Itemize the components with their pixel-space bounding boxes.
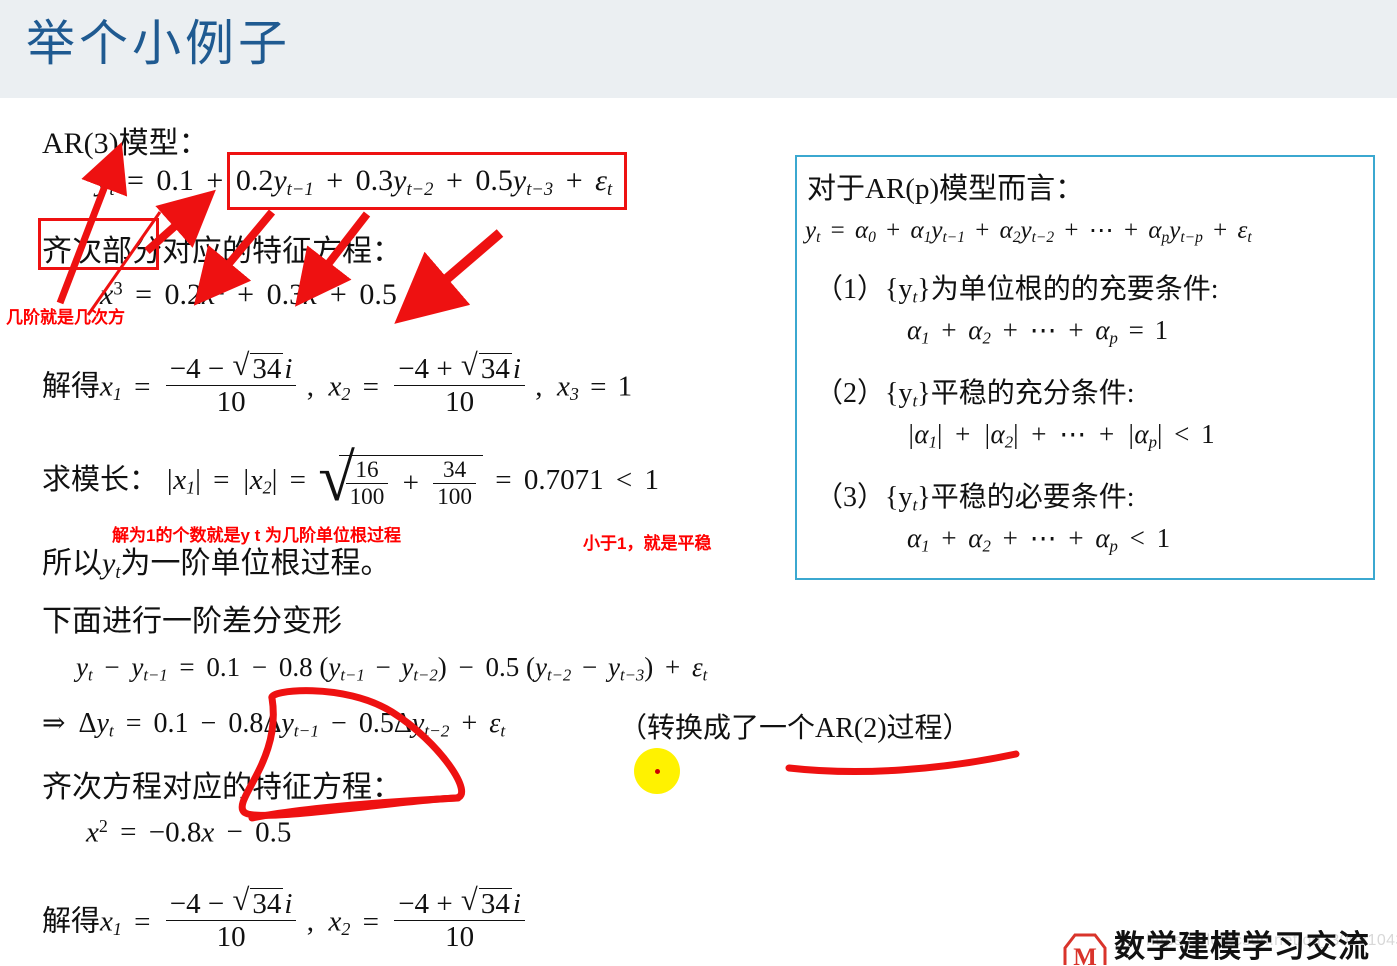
- annotation-box-ar-terms: [227, 152, 627, 210]
- equation-delta-form: ⇒ Δyt = 0.1 − 0.8Δyt−1 − 0.5Δyt−2 + εt: [42, 708, 506, 741]
- info-panel-item-1-label: （1）{yt}为单位根的的充要条件:: [815, 274, 1219, 307]
- difference-intro-label: 下面进行一阶差分变形: [42, 605, 342, 638]
- annotation-note-stationary: 小于1，就是平稳: [583, 534, 712, 553]
- ar3-model-label: AR(3)模型：: [42, 127, 209, 160]
- equation-characteristic-1: x3 = 0.2x2 + 0.3x + 0.5: [100, 278, 397, 311]
- info-panel-heading: 对于AR(p)模型而言：: [807, 173, 1085, 205]
- annotation-note-order: 几阶就是几次方: [6, 308, 125, 327]
- equation-first-difference: yt − yt−1 = 0.1 − 0.8 (yt−1 − yt−2) − 0.…: [76, 652, 708, 685]
- brand-logo: M 数学建模学习交流: [1062, 930, 1397, 966]
- info-panel-item-1-equation: α1 + α2 + ⋯ + αp = 1: [907, 315, 1169, 348]
- eq-lhs: y: [96, 164, 110, 197]
- brand-logo-text: 数学建模学习交流: [1114, 930, 1370, 964]
- ar2-conversion-note: （转换成了一个AR(2)过程）: [619, 713, 971, 744]
- ar-p-info-panel: 对于AR(p)模型而言： yt = α0 + α1yt−1 + α2yt−2 +…: [795, 155, 1375, 580]
- laser-pointer-cursor[interactable]: [634, 748, 680, 794]
- arrow-terms-to-char-eq-c: [394, 229, 504, 324]
- equation-modulus: 求模长： |x1| = |x2| = 16100 + 34100 = 0.707…: [42, 451, 659, 510]
- annotation-box-homogeneous-part: [38, 218, 159, 270]
- homogeneous-equation-label-2: 齐次方程对应的特征方程：: [42, 771, 402, 804]
- svg-text:M: M: [1073, 944, 1097, 966]
- page-title: 举个小例子: [26, 16, 292, 71]
- logo-hexagon-icon: M: [1063, 933, 1107, 966]
- slide: 举个小例子 AR(3)模型： yt = 0.1 + 0.2yt−1 + 0.3y…: [0, 0, 1397, 966]
- ink-underline-right: [785, 750, 1020, 776]
- info-panel-item-2-label: （2）{yt}平稳的充分条件:: [815, 378, 1135, 411]
- info-panel-general-equation: yt = α0 + α1yt−1 + α2yt−2 + ⋯ + αpyt−p +…: [805, 217, 1252, 247]
- info-panel-item-3-label: （3）{yt}平稳的必要条件:: [815, 482, 1135, 515]
- equation-roots-2: 解得x1 = −4 − 34i 10 , x2 = −4 + 34i 10: [42, 885, 528, 953]
- info-panel-item-2-equation: |α1| + |α2| + ⋯ + |αp| < 1: [907, 419, 1215, 452]
- laser-pointer-core: [654, 768, 660, 774]
- annotation-note-unit-root: 解为1的个数就是y t 为几阶单位根过程: [112, 526, 402, 545]
- equation-characteristic-2: x2 = −0.8x − 0.5: [86, 816, 292, 849]
- info-panel-item-3-equation: α1 + α2 + ⋯ + αp < 1: [907, 523, 1171, 556]
- equation-roots-1: 解得x1 = −4 − 34i 10 , x2 = −4 + 34i 10 , …: [42, 350, 632, 418]
